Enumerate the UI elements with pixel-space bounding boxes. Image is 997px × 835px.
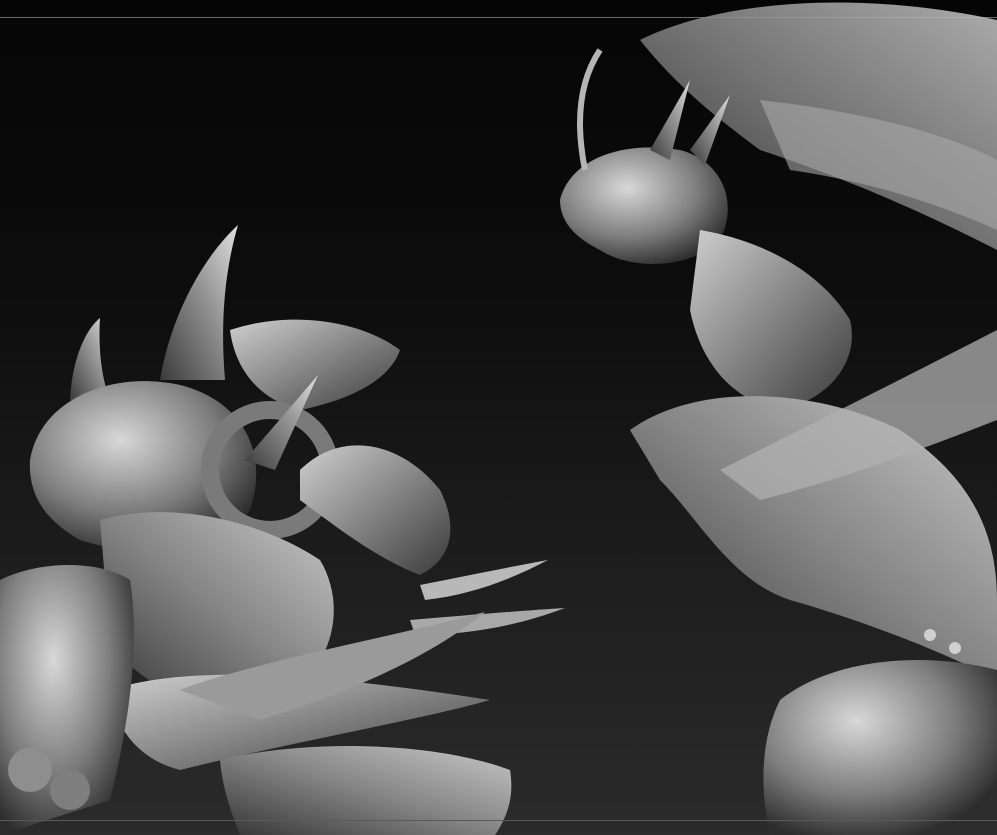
warrior-wolf-pauldron [230,319,400,410]
warrior-arm [300,445,451,575]
demon-armored-base [763,660,997,835]
demon-torso [690,230,852,410]
warrior-claw-1 [420,560,548,600]
warrior-lower-armor [220,746,512,835]
demon-stud-1 [924,629,936,641]
3d-viewport[interactable] [0,0,997,835]
viewport-bottom-border [0,820,997,821]
warrior-horn-large [160,225,238,380]
warrior-skull-1 [8,748,52,792]
warrior-skull-2 [50,770,90,810]
demon-stud-2 [949,642,961,654]
demon-antenna [577,48,603,171]
demon-spine-1 [650,80,690,160]
beast-warrior-model[interactable] [0,225,565,835]
sculpt-render-canvas[interactable] [0,0,997,835]
winged-demon-model[interactable] [560,2,997,835]
